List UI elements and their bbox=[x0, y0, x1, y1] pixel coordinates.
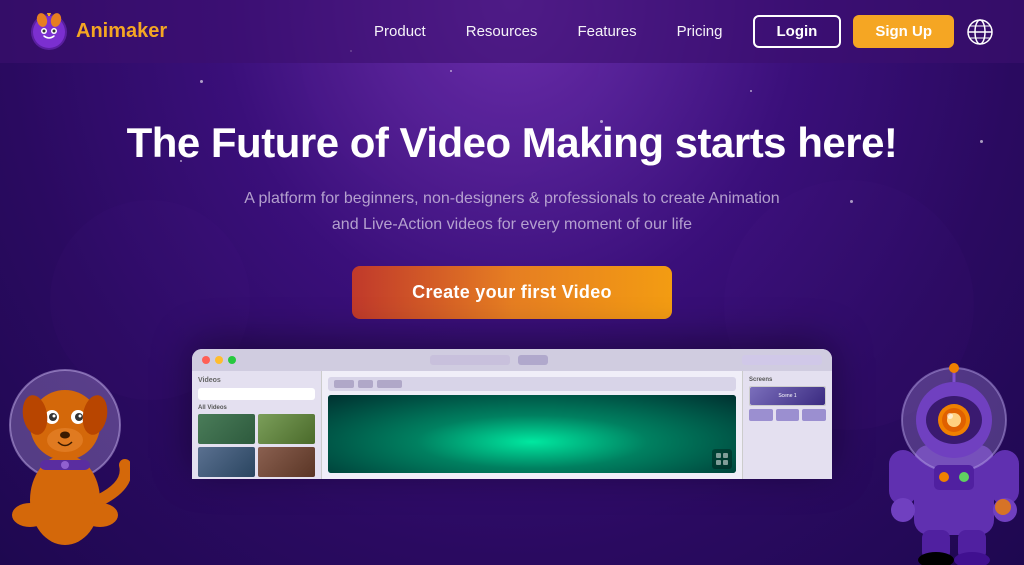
app-screenshot-container: Videos All Videos bbox=[0, 349, 1024, 479]
nav-product[interactable]: Product bbox=[374, 23, 426, 40]
dot-yellow bbox=[215, 356, 223, 364]
ss-search bbox=[198, 388, 315, 400]
ss-panel-title-screens: Screens bbox=[749, 377, 826, 383]
ss-panel-item-1: Scene 1 bbox=[749, 386, 826, 406]
panel-ctrl-3 bbox=[802, 409, 826, 421]
dot-green bbox=[228, 356, 236, 364]
navbar: Animaker Product Resources Features Pric… bbox=[0, 0, 1024, 63]
nav-features[interactable]: Features bbox=[577, 23, 636, 40]
ss-main bbox=[322, 371, 742, 479]
app-screenshot: Videos All Videos bbox=[192, 349, 832, 479]
canvas-bg bbox=[328, 395, 736, 473]
dog-character bbox=[0, 345, 130, 565]
hero-section: The Future of Video Making starts here! … bbox=[0, 63, 1024, 319]
logo-icon bbox=[30, 13, 68, 51]
tab-active bbox=[430, 355, 510, 365]
cta-button[interactable]: Create your first Video bbox=[352, 266, 672, 319]
signup-button[interactable]: Sign Up bbox=[853, 15, 954, 48]
ss-sidebar-header: Videos bbox=[198, 377, 315, 384]
ss-thumb-1 bbox=[198, 414, 255, 444]
screenshot-body: Videos All Videos bbox=[192, 371, 832, 479]
robot-character bbox=[884, 345, 1024, 565]
dot-red bbox=[202, 356, 210, 364]
canvas-control-icon bbox=[715, 452, 729, 466]
nav-pricing[interactable]: Pricing bbox=[677, 23, 723, 40]
toolbar-item bbox=[334, 380, 354, 388]
screenshot-header bbox=[192, 349, 832, 371]
login-button[interactable]: Login bbox=[753, 15, 842, 48]
ss-thumb-3 bbox=[198, 447, 255, 477]
globe-icon[interactable] bbox=[966, 18, 994, 46]
nav-actions: Login Sign Up bbox=[753, 15, 995, 48]
logo[interactable]: Animaker bbox=[30, 13, 167, 51]
ss-thumb-title: All Videos bbox=[198, 405, 315, 411]
hero-subtitle: A platform for beginners, non-designers … bbox=[232, 186, 792, 237]
ss-thumb-4 bbox=[258, 447, 315, 477]
ss-thumbs bbox=[198, 414, 315, 477]
canvas-overlay-controls bbox=[712, 449, 732, 469]
ss-thumb-2 bbox=[258, 414, 315, 444]
tab-inactive bbox=[518, 355, 548, 365]
ss-toolbar bbox=[328, 377, 736, 391]
nav-links: Product Resources Features Pricing bbox=[374, 23, 722, 40]
toolbar-item bbox=[358, 380, 373, 388]
ss-panel-controls bbox=[749, 409, 826, 421]
ss-right-panel: Screens Scene 1 bbox=[742, 371, 832, 479]
panel-ctrl-2 bbox=[776, 409, 800, 421]
hero-title: The Future of Video Making starts here! bbox=[127, 118, 898, 168]
toolbar-item bbox=[377, 380, 402, 388]
upload-button bbox=[742, 355, 822, 365]
nav-resources[interactable]: Resources bbox=[466, 23, 538, 40]
ss-sidebar: Videos All Videos bbox=[192, 371, 322, 479]
panel-ctrl-1 bbox=[749, 409, 773, 421]
ss-canvas bbox=[328, 395, 736, 473]
logo-text: Animaker bbox=[76, 20, 167, 43]
